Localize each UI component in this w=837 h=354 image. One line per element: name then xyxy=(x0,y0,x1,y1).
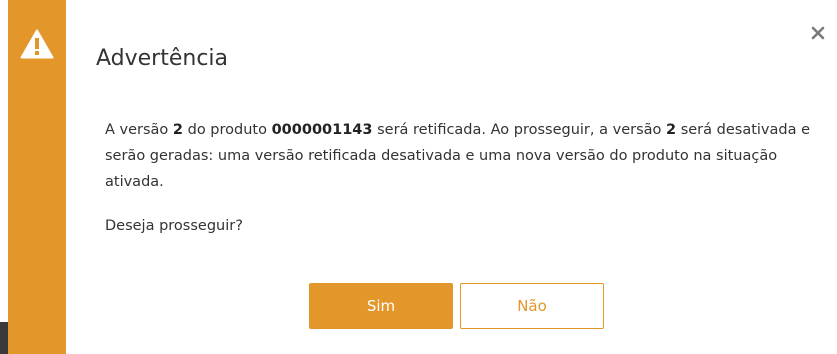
product-code: 0000001143 xyxy=(271,122,373,138)
no-button[interactable]: Não xyxy=(460,283,604,329)
message-text: A versão xyxy=(105,122,173,138)
yes-button[interactable]: Sim xyxy=(309,283,453,329)
warning-dialog: Advertência A versão 2 do produto 000000… xyxy=(8,0,837,354)
close-icon[interactable] xyxy=(809,24,827,42)
warning-icon xyxy=(20,29,54,59)
dialog-accent-bar xyxy=(8,0,66,354)
message-text: será retificada. Ao prosseguir, a versão xyxy=(372,122,666,138)
version-number: 2 xyxy=(666,122,677,138)
version-number: 2 xyxy=(172,122,184,138)
background-edge-dark xyxy=(0,322,8,354)
dialog-title: Advertência xyxy=(96,46,229,71)
dialog-message: A versão 2 do produto 0000001143 será re… xyxy=(105,117,820,195)
background-edge xyxy=(0,0,8,354)
message-text: do produto xyxy=(183,122,272,138)
dialog-question: Deseja prosseguir? xyxy=(105,218,243,234)
